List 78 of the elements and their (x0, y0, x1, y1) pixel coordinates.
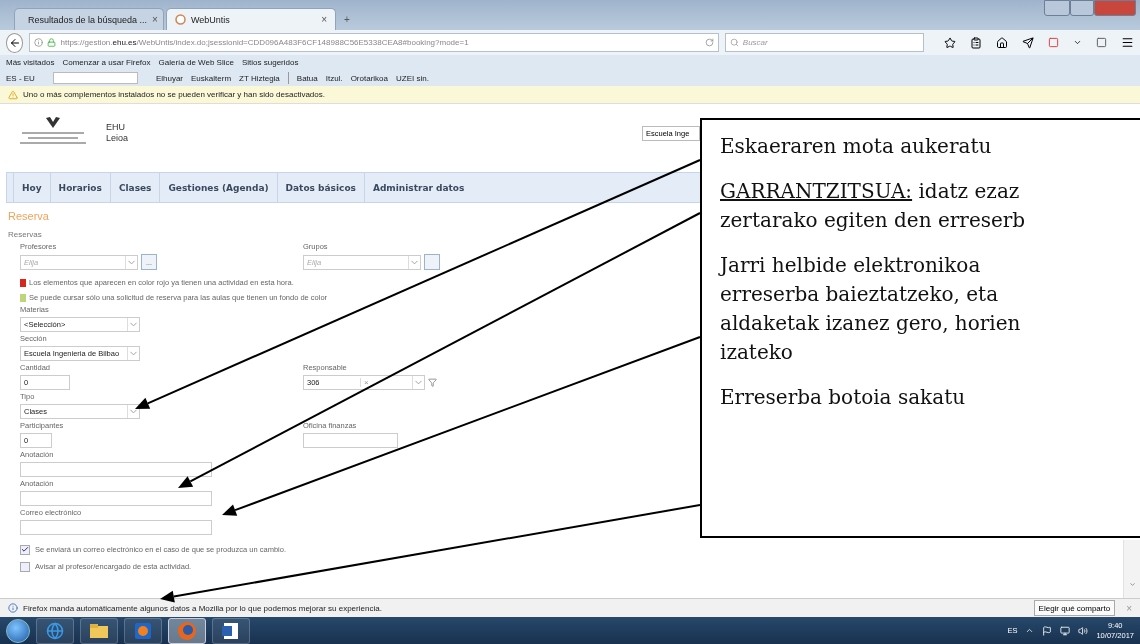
url-field[interactable]: https://gestion.ehu.es/WebUntis/index.do;jsessionid=CDD096A483F6CF148988C56E5338CEA8#booking?mode=1 (29, 33, 719, 52)
maximize-button[interactable] (1070, 0, 1094, 16)
notice-text: Firefox manda automáticamente algunos datos a Mozilla por lo que podemos mejorar su experiencia. (23, 603, 382, 613)
dictionary-link[interactable]: Elhuyar (155, 73, 184, 83)
info-icon (8, 603, 18, 613)
menu-tab[interactable]: Gestiones (Agenda) (159, 173, 277, 202)
clock-icon (175, 14, 186, 25)
warning-icon (8, 89, 18, 100)
bookmark-link[interactable]: Comenzar a usar Firefox (62, 58, 151, 67)
tab-title: WebUntis (191, 14, 231, 25)
back-button[interactable] (6, 32, 24, 53)
input-field[interactable] (20, 520, 212, 535)
menu-icon[interactable] (1121, 36, 1134, 49)
dictionary-link[interactable]: Euskalterm (191, 73, 232, 83)
home-icon[interactable] (996, 36, 1008, 49)
filter-icon[interactable] (428, 378, 437, 387)
callout-text: Jarri helbide elektronikoa (720, 252, 982, 279)
close-icon[interactable]: × (321, 14, 327, 25)
dictionary-link[interactable]: Orotarikoa (350, 73, 388, 83)
minimize-button[interactable] (1044, 0, 1070, 16)
scrollbar[interactable] (1123, 540, 1140, 598)
share-choice-button[interactable]: Elegir qué comparto (1033, 600, 1116, 616)
menu-tab[interactable]: Clases (109, 173, 160, 202)
lock-icon[interactable] (47, 38, 57, 47)
start-button[interactable] (6, 618, 30, 643)
input-field[interactable] (20, 462, 212, 477)
taskbar-button[interactable] (168, 617, 206, 644)
folder-icon (89, 622, 109, 639)
browser-tab[interactable]: WebUntis × (166, 8, 336, 30)
menu-tab[interactable]: Horarios (49, 173, 110, 202)
page-title: Reserva (8, 210, 49, 222)
callout-text: aldaketak izanez gero, horien (720, 310, 1022, 337)
browser-tab[interactable]: Resultados de la búsqueda ... × (14, 8, 164, 30)
back-arrow-icon (8, 36, 21, 49)
org-name: Leioa (106, 133, 129, 144)
square-icon[interactable] (1048, 37, 1059, 48)
callout-text: Eskaeraren mota aukeratu (720, 133, 993, 160)
org-name: EHU (106, 122, 126, 133)
bookmark-link[interactable]: Más visitados (6, 58, 55, 67)
checkbox[interactable] (20, 561, 30, 572)
clipboard-icon[interactable] (970, 36, 982, 49)
star-icon[interactable] (944, 36, 956, 49)
bookmark-link[interactable]: Galería de Web Slice (158, 58, 234, 67)
info-icon[interactable] (34, 38, 44, 47)
warning-text: Uno o más complementos instalados no se pueden verificar y han sido desactivados. (23, 90, 325, 99)
dictionary-link[interactable]: Batua (296, 73, 318, 83)
search-icon (729, 38, 739, 47)
bookmark-link[interactable]: Sitios sugeridos (241, 58, 299, 67)
reload-icon[interactable] (704, 38, 714, 47)
callout-text: GARRANTZITSUA: idatz ezaz (720, 178, 1021, 205)
input-field[interactable] (20, 491, 212, 506)
dictionary-link[interactable]: UZEI sin. (396, 73, 429, 83)
callout-text: erreserba baieztatzeko, eta (720, 281, 1000, 308)
close-icon[interactable]: × (152, 14, 158, 25)
send-icon[interactable] (1022, 36, 1034, 49)
scroll-down-icon[interactable] (1128, 581, 1136, 588)
dictionary-link[interactable]: ZT Hiztegia (239, 73, 280, 83)
callout-text: izateko (720, 339, 794, 366)
tab-title: Resultados de la búsqueda ... (28, 14, 148, 25)
callout-text: Erreserba botoia sakatu (720, 384, 967, 411)
section-title: Reservas (8, 230, 42, 239)
dictionary-link[interactable]: Itzul. (325, 73, 343, 83)
callout-text: zertarako egiten den erreserb (720, 207, 1027, 234)
browse-button[interactable] (424, 254, 440, 270)
flag-icon[interactable] (1042, 625, 1053, 636)
menu-tab[interactable]: Datos básicos (276, 173, 364, 202)
menu-tab[interactable]: Administrar datos (363, 173, 473, 202)
document-icon (222, 621, 240, 640)
tray-expand-icon[interactable] (1025, 626, 1035, 635)
new-tab-button[interactable]: + (338, 14, 356, 30)
menu-tab[interactable]: Hoy (13, 173, 50, 202)
input-field[interactable] (303, 433, 398, 448)
language-select[interactable]: ES - EU (6, 73, 35, 83)
speaker-icon[interactable] (1078, 625, 1089, 636)
dictionary-field[interactable] (52, 72, 138, 84)
url-text: https://gestion.ehu.es/WebUntis/index.do;jsessionid=CDD096A483F6CF148988C56E5338CEA8#booking?mode=1 (60, 38, 469, 47)
checkbox[interactable] (20, 544, 30, 555)
caret-icon[interactable] (1073, 38, 1082, 47)
